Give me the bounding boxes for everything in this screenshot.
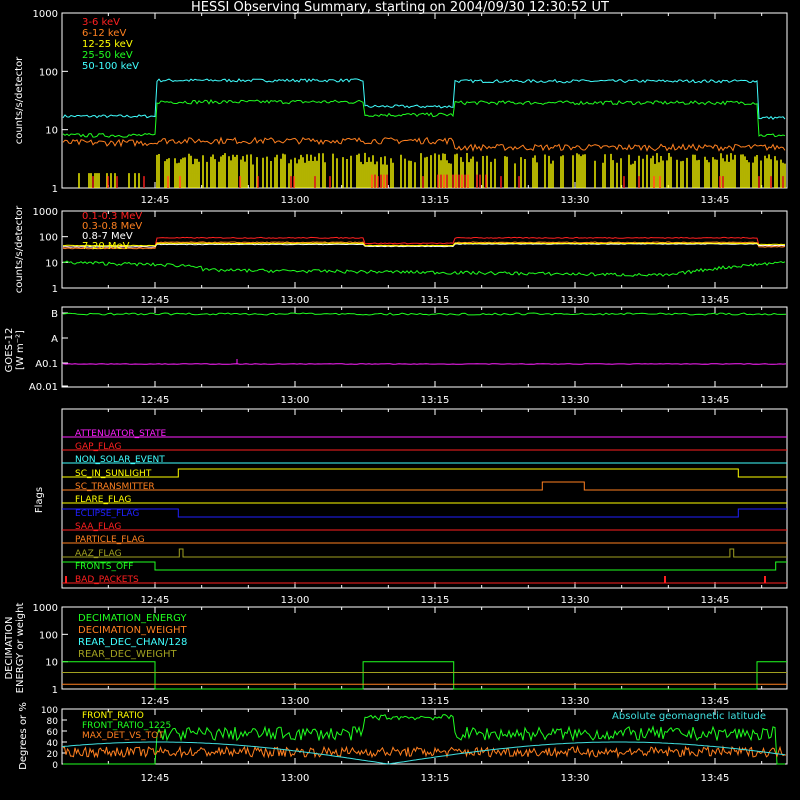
x-tick-label: 13:15 [421,696,450,707]
flag-label-fronts-off: FRONTS_OFF [75,562,133,572]
x-tick-label: 13:00 [281,195,310,206]
x-tick-label: 13:30 [561,696,590,707]
x-tick-label: 13:30 [561,595,590,606]
y-tick-label: 0 [52,761,58,771]
panel5-ylabel: DECIMATION [4,616,15,679]
series-25-50kev-line [62,99,786,138]
y-tick-label: 60 [47,728,59,738]
x-tick-label: 13:45 [701,395,730,406]
x-tick-label: 13:30 [561,295,590,306]
panel-flags-frame [61,408,788,589]
panel-goes-frame [61,306,788,388]
observing-summary-plot: 1101001000counts/s/detector12:45 13:00 13:… [4,9,788,784]
flag-label-eclipse-flag: ECLIPSE_FLAG [75,509,139,519]
series-background-green-line [63,260,786,277]
legend-2: FRONT_RATIO_1225 [82,721,171,731]
y-tick-label: 1 [52,184,58,195]
flag-line-eclipse-flag [62,508,787,518]
flag-line-aaz-flag [62,548,787,558]
legend-3: MAX_DET_VS_TOT [82,731,164,741]
x-tick-label: 13:30 [561,195,590,206]
goes-long-channel-line [62,312,787,316]
flag-line-sc-transmitter [62,481,787,491]
panel4-ylabel: Flags [34,487,45,513]
x-tick-label: 12:45 [141,595,170,606]
x-tick-label: 13:45 [701,696,730,707]
panel-high-energy-frame [61,210,788,289]
flag-line-fronts-off [62,561,787,571]
x-tick-label: 13:45 [701,295,730,306]
y-tick-label: 1 [52,284,58,295]
decimation-energy-line [62,661,787,690]
x-tick-label: 13:45 [701,773,730,784]
x-tick-label: 13:15 [421,295,450,306]
x-tick-label: 13:00 [281,395,310,406]
max-det-vs-tot-line [62,745,787,759]
y-tick-label: 100 [39,630,58,641]
panel2-ylabel: counts/s/detector [14,205,25,293]
x-tick-label: 13:45 [701,595,730,606]
legend-1: 3-6 keV [82,17,120,28]
x-tick-label: 12:45 [141,195,170,206]
x-tick-label: 12:45 [141,295,170,306]
panel3-ylabel: GOES-12 [4,328,15,373]
x-tick-label: 12:45 [141,696,170,707]
legend-2: 6-12 keV [82,28,126,39]
x-tick-label: 13:00 [281,696,310,707]
y-tick-label: 1000 [33,207,58,218]
flag-line-sc-in-sunlight [62,468,787,478]
x-tick-label: 13:00 [281,773,310,784]
x-tick-label: 13:30 [561,395,590,406]
legend-4: REAR_DEC_WEIGHT [78,649,177,660]
y-tick-label: A0.01 [29,382,58,393]
legend-4: 25-50 keV [82,50,133,61]
x-tick-label: 13:15 [421,773,450,784]
y-tick-label: 100 [41,706,58,716]
legend-5: 50-100 keV [82,61,139,72]
panel5-ylabel-2: ENERGY or weight [15,603,26,694]
y-tick-label: A0.1 [35,359,58,370]
goes-short-channel-line [62,363,787,365]
y-tick-label: 1000 [33,603,58,614]
y-tick-label: 40 [47,739,59,749]
y-tick-label: 10 [45,126,58,137]
legend-2: DECIMATION_WEIGHT [78,625,187,636]
front-ratio-1225-line [63,714,785,765]
x-tick-label: 13:15 [421,395,450,406]
y-tick-label: 10 [45,658,58,669]
series-50-100kev-line [62,78,786,120]
x-tick-label: 12:45 [141,773,170,784]
y-tick-label: 20 [47,750,59,760]
x-tick-label: 12:45 [141,395,170,406]
legend-3: REAR_DEC_CHAN/128 [78,637,187,648]
x-tick-label: 13:30 [561,773,590,784]
legend-1: DECIMATION_ENERGY [78,613,187,624]
legend-1: FRONT_RATIO [82,711,144,721]
panel3-ylabel-units: [W m⁻²] [15,330,26,370]
x-tick-label: 13:00 [281,295,310,306]
y-tick-label: 10 [45,258,58,269]
y-tick-label: 1 [52,685,58,696]
x-tick-label: 13:15 [421,195,450,206]
legend-4: 7-20 MeV [82,241,130,252]
x-tick-label: 13:00 [281,595,310,606]
y-tick-label: 100 [39,233,58,244]
y-tick-label: 1000 [33,9,58,20]
y-tick-label: A [51,334,58,345]
geomagnetic-latitude-annotation: Absolute geomagnetic latitude [612,711,766,722]
series-12-25kev-line [78,152,786,188]
series-6-12kev-line [62,136,786,153]
y-tick-label: 80 [47,717,59,727]
panel6-ylabel: Degrees or % [18,702,29,770]
y-tick-label: 100 [39,67,58,78]
legend-3: 12-25 keV [82,39,133,50]
panel1-ylabel: counts/s/detector [14,56,25,144]
y-tick-label: B [51,309,58,320]
x-tick-label: 13:15 [421,595,450,606]
x-tick-label: 13:45 [701,195,730,206]
